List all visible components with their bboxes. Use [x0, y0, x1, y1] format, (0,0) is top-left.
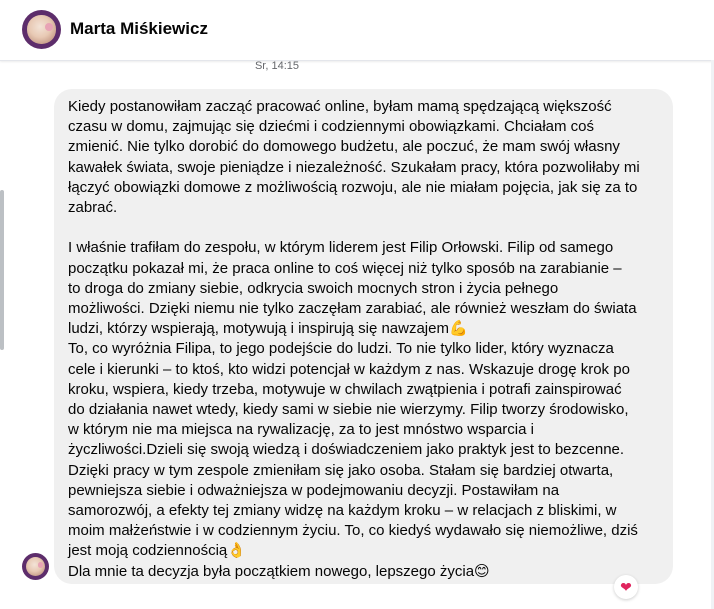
- sender-avatar[interactable]: [22, 553, 49, 580]
- reaction-emoji: ❤: [620, 578, 632, 595]
- avatar-photo: [27, 15, 56, 44]
- message-text: Kiedy postanowiłam zacząć pracować onlin…: [68, 98, 640, 580]
- timestamp-text: Sr, 14:15: [254, 60, 300, 72]
- contact-name[interactable]: Marta Miśkiewicz: [70, 19, 208, 39]
- left-scroll-indicator: [0, 190, 4, 350]
- message-bubble[interactable]: Kiedy postanowiłam zacząć pracować onlin…: [54, 89, 673, 584]
- avatar-photo: [25, 556, 46, 577]
- heart-reaction-icon[interactable]: ❤: [614, 575, 638, 599]
- message-timestamp: Sr, 14:15: [0, 60, 714, 72]
- chat-header: Marta Miśkiewicz: [0, 0, 714, 61]
- contact-avatar[interactable]: [22, 10, 61, 49]
